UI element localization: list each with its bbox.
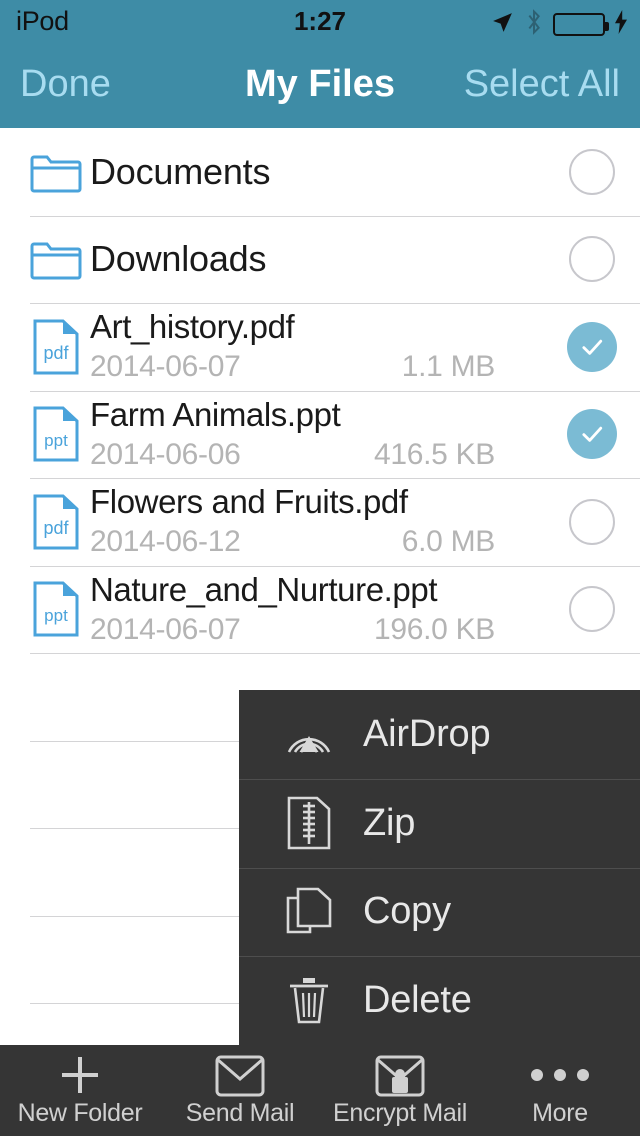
toolbar-button-encrypt-mail[interactable]: Encrypt Mail	[320, 1045, 480, 1136]
svg-text:ppt: ppt	[44, 606, 68, 625]
toolbar-label: More	[532, 1099, 588, 1128]
done-button[interactable]: Done	[20, 63, 111, 106]
trash-icon	[273, 974, 345, 1028]
toolbar-label: Send Mail	[186, 1099, 294, 1128]
item-size: 6.0 MB	[350, 525, 495, 559]
selection-toggle[interactable]	[544, 499, 640, 545]
checkbox-unchecked-icon	[569, 149, 615, 195]
row-content: Art_history.pdf 2014-06-07 1.1 MB	[90, 309, 544, 384]
select-all-button[interactable]: Select All	[464, 63, 620, 106]
checkbox-unchecked-icon	[569, 236, 615, 282]
checkbox-checked-icon	[567, 409, 617, 459]
list-item[interactable]: Documents	[0, 128, 640, 216]
status-icons	[490, 8, 628, 41]
row-content: Downloads	[90, 238, 544, 280]
item-name: Nature_and_Nurture.ppt	[90, 572, 532, 608]
svg-text:pdf: pdf	[43, 518, 69, 538]
toolbar-button-new-folder[interactable]: New Folder	[0, 1045, 160, 1136]
menu-item-label: Copy	[363, 890, 451, 933]
item-size: 196.0 KB	[350, 613, 495, 647]
menu-item-airdrop[interactable]: AirDrop	[239, 690, 640, 779]
menu-item-label: Delete	[363, 979, 472, 1022]
list-item[interactable]: ppt Farm Animals.ppt 2014-06-06 416.5 KB	[0, 391, 640, 479]
folder-icon	[22, 151, 90, 193]
selection-toggle[interactable]	[544, 236, 640, 282]
zip-file-icon	[273, 796, 345, 850]
copy-documents-icon	[273, 886, 345, 938]
row-content: Documents	[90, 151, 544, 193]
toolbar-label: Encrypt Mail	[333, 1099, 467, 1128]
item-name: Documents	[90, 151, 532, 193]
list-item[interactable]: ppt Nature_and_Nurture.ppt 2014-06-07 19…	[0, 566, 640, 654]
bluetooth-icon	[524, 8, 544, 41]
item-size: 1.1 MB	[350, 350, 495, 384]
envelope-lock-icon	[375, 1053, 425, 1097]
item-date: 2014-06-07	[90, 613, 350, 647]
item-meta: 2014-06-07 1.1 MB	[90, 350, 532, 384]
airdrop-icon	[273, 708, 345, 760]
bottom-toolbar: New Folder Send Mail Encrypt Mail	[0, 1045, 640, 1136]
ppt-file-icon: ppt	[22, 406, 90, 462]
list-item[interactable]: Downloads	[0, 216, 640, 304]
item-name: Downloads	[90, 238, 532, 280]
checkbox-checked-icon	[567, 322, 617, 372]
plus-icon	[58, 1053, 102, 1097]
item-meta: 2014-06-06 416.5 KB	[90, 438, 532, 472]
list-item[interactable]: pdf Art_history.pdf 2014-06-07 1.1 MB	[0, 303, 640, 391]
toolbar-button-send-mail[interactable]: Send Mail	[160, 1045, 320, 1136]
pdf-file-icon: pdf	[22, 319, 90, 375]
location-arrow-icon	[490, 10, 515, 40]
row-content: Nature_and_Nurture.ppt 2014-06-07 196.0 …	[90, 572, 544, 647]
menu-item-label: Zip	[363, 802, 415, 845]
app-screen: iPod 1:27 Done My Files Select All	[0, 0, 640, 1136]
item-size: 416.5 KB	[350, 438, 495, 472]
row-content: Flowers and Fruits.pdf 2014-06-12 6.0 MB	[90, 484, 544, 559]
selection-toggle[interactable]	[544, 409, 640, 459]
svg-text:ppt: ppt	[44, 431, 68, 450]
folder-icon	[22, 238, 90, 280]
item-name: Flowers and Fruits.pdf	[90, 484, 532, 520]
toolbar-button-more[interactable]: More	[480, 1045, 640, 1136]
menu-item-zip[interactable]: Zip	[239, 779, 640, 868]
ellipsis-icon	[531, 1053, 589, 1097]
menu-item-label: AirDrop	[363, 713, 490, 756]
checkbox-unchecked-icon	[569, 586, 615, 632]
selection-toggle[interactable]	[544, 149, 640, 195]
toolbar-label: New Folder	[18, 1099, 143, 1128]
list-item[interactable]: pdf Flowers and Fruits.pdf 2014-06-12 6.…	[0, 478, 640, 566]
item-meta: 2014-06-12 6.0 MB	[90, 525, 532, 559]
context-menu: AirDrop Zip	[239, 690, 640, 1045]
menu-item-copy[interactable]: Copy	[239, 868, 640, 957]
battery-icon	[553, 13, 605, 36]
navigation-bar: Done My Files Select All	[0, 40, 640, 128]
charging-bolt-icon	[614, 10, 628, 39]
selection-toggle[interactable]	[544, 322, 640, 372]
item-date: 2014-06-07	[90, 350, 350, 384]
svg-text:pdf: pdf	[43, 343, 69, 363]
item-name: Farm Animals.ppt	[90, 397, 532, 433]
pdf-file-icon: pdf	[22, 494, 90, 550]
row-content: Farm Animals.ppt 2014-06-06 416.5 KB	[90, 397, 544, 472]
item-name: Art_history.pdf	[90, 309, 532, 345]
ppt-file-icon: ppt	[22, 581, 90, 637]
item-date: 2014-06-12	[90, 525, 350, 559]
status-bar: iPod 1:27	[0, 0, 640, 40]
menu-item-delete[interactable]: Delete	[239, 956, 640, 1045]
envelope-icon	[215, 1053, 265, 1097]
item-date: 2014-06-06	[90, 438, 350, 472]
item-meta: 2014-06-07 196.0 KB	[90, 613, 532, 647]
checkbox-unchecked-icon	[569, 499, 615, 545]
selection-toggle[interactable]	[544, 586, 640, 632]
